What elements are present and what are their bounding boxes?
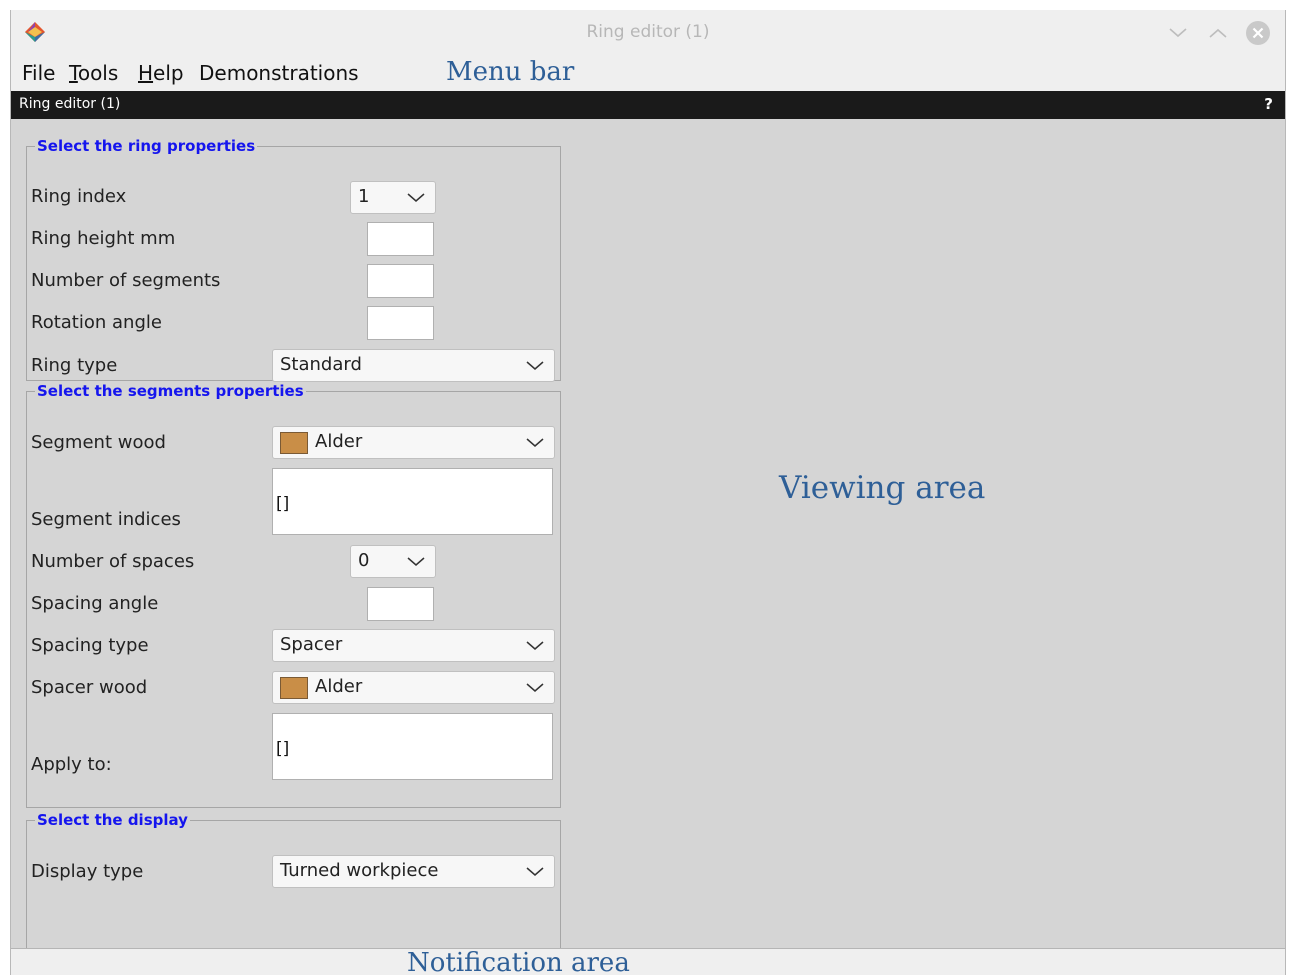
display-type-select[interactable]: Turned workpiece: [272, 855, 555, 888]
menu-tools[interactable]: Tools: [69, 61, 118, 85]
window-title: Ring editor (1): [586, 22, 710, 42]
rotation-angle-label: Rotation angle: [31, 312, 162, 333]
spacing-type-label: Spacing type: [31, 635, 149, 656]
ring-properties-legend: Select the ring properties: [37, 137, 256, 155]
menu-help-mnemonic: H: [138, 61, 154, 85]
segments-properties-group: Select the segments properties Segment w…: [26, 382, 561, 808]
num-spaces-label: Number of spaces: [31, 551, 195, 572]
segments-properties-legend: Select the segments properties: [37, 382, 304, 400]
ring-editor-window: Ring editor (1) File Tools Help Demonstr…: [10, 10, 1286, 975]
close-button[interactable]: [1245, 20, 1271, 46]
ring-type-value: Standard: [280, 354, 362, 375]
maximize-button[interactable]: [1205, 20, 1231, 46]
viewing-area[interactable]: Viewing area: [574, 119, 1285, 949]
menu-tools-mnemonic: T: [69, 61, 78, 85]
ring-properties-group: Select the ring properties Ring index 1 …: [26, 137, 561, 382]
segment-wood-label: Segment wood: [31, 432, 166, 453]
display-type-value: Turned workpiece: [280, 860, 439, 881]
segment-indices-input[interactable]: []: [272, 468, 553, 535]
ring-type-select[interactable]: Standard: [272, 349, 555, 382]
segment-wood-select[interactable]: Alder: [272, 426, 555, 459]
menu-file[interactable]: File: [22, 61, 55, 85]
properties-panel: Select the ring properties Ring index 1 …: [11, 119, 573, 975]
ring-height-input[interactable]: [367, 222, 434, 256]
segment-wood-swatch: [280, 432, 308, 454]
apply-to-input[interactable]: []: [272, 713, 553, 780]
menu-help[interactable]: Help: [138, 61, 184, 85]
spacer-wood-swatch: [280, 677, 308, 699]
notification-area: Notification area: [11, 948, 1285, 975]
chevron-down-icon: [526, 438, 544, 447]
segment-indices-label: Segment indices: [31, 509, 181, 530]
chevron-down-icon: [1169, 28, 1187, 38]
chevron-down-icon: [526, 683, 544, 692]
ring-index-value: 1: [358, 186, 370, 207]
num-segments-label: Number of segments: [31, 270, 221, 291]
menu-tools-rest: ools: [77, 61, 119, 85]
chevron-down-icon: [407, 193, 425, 202]
chevron-down-icon: [407, 557, 425, 566]
notification-area-annotation: Notification area: [407, 948, 630, 975]
spacing-type-value: Spacer: [280, 634, 343, 655]
spacer-wood-select[interactable]: Alder: [272, 671, 555, 704]
spacing-angle-label: Spacing angle: [31, 593, 159, 614]
ring-type-label: Ring type: [31, 355, 118, 376]
menu-demonstrations[interactable]: Demonstrations: [199, 61, 359, 85]
apply-to-label: Apply to:: [31, 754, 112, 775]
dock-title-bar[interactable]: Ring editor (1) ?: [11, 91, 1285, 119]
spacing-angle-input[interactable]: [367, 587, 434, 621]
rotation-angle-input[interactable]: [367, 306, 434, 340]
apply-to-value: []: [276, 739, 290, 759]
dock-title: Ring editor (1): [19, 96, 121, 112]
menu-bar-annotation: Menu bar: [446, 57, 575, 87]
title-bar[interactable]: Ring editor (1): [11, 10, 1285, 54]
chevron-up-icon: [1209, 28, 1227, 38]
close-icon: [1246, 21, 1270, 45]
ring-height-label: Ring height mm: [31, 228, 176, 249]
minimize-button[interactable]: [1165, 20, 1191, 46]
ring-index-select[interactable]: 1: [350, 181, 436, 214]
display-type-label: Display type: [31, 861, 144, 882]
spacer-wood-value: Alder: [315, 676, 363, 697]
viewing-area-annotation: Viewing area: [779, 470, 986, 506]
dock-help-button[interactable]: ?: [1264, 95, 1273, 113]
main-body: Select the ring properties Ring index 1 …: [11, 119, 1285, 975]
segment-indices-value: []: [276, 494, 290, 514]
chevron-down-icon: [526, 867, 544, 876]
ring-index-label: Ring index: [31, 186, 127, 207]
display-legend: Select the display: [37, 811, 188, 829]
num-spaces-value: 0: [358, 550, 370, 571]
spacing-type-select[interactable]: Spacer: [272, 629, 555, 662]
spacer-wood-label: Spacer wood: [31, 677, 148, 698]
chevron-down-icon: [526, 361, 544, 370]
segment-wood-value: Alder: [315, 431, 363, 452]
menu-bar: File Tools Help Demonstrations Menu bar: [11, 54, 1285, 90]
num-spaces-select[interactable]: 0: [350, 545, 436, 578]
chevron-down-icon: [526, 641, 544, 650]
num-segments-input[interactable]: [367, 264, 434, 298]
menu-help-rest: elp: [153, 61, 184, 85]
